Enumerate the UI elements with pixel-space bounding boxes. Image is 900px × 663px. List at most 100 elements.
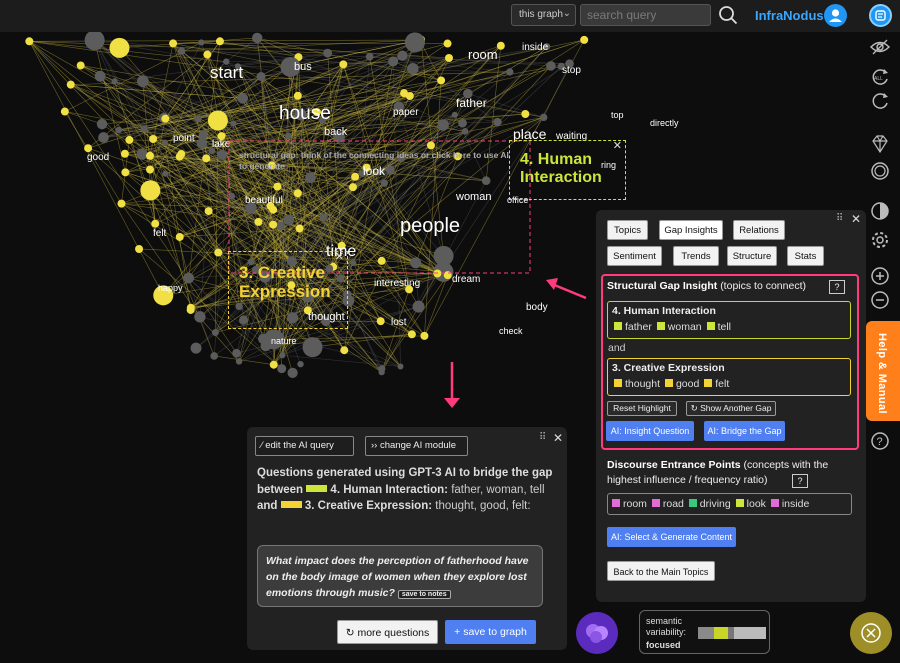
gap-hint-text[interactable]: structural gap: think of the connecting … [239, 150, 514, 172]
node-label[interactable]: top [611, 110, 624, 120]
diamond-icon[interactable] [869, 133, 891, 155]
graph-node[interactable] [149, 135, 158, 144]
graph-node[interactable] [175, 232, 184, 241]
user-account-button[interactable] [824, 4, 847, 27]
graph-node[interactable] [481, 176, 491, 185]
graph-node[interactable] [378, 365, 386, 373]
graph-node[interactable] [376, 317, 385, 326]
graph-node[interactable] [25, 37, 34, 46]
graph-node[interactable] [426, 141, 435, 150]
graph-node[interactable] [120, 149, 129, 158]
ai-assistant-button[interactable] [576, 612, 618, 654]
graph-node[interactable] [162, 170, 169, 177]
graph-node[interactable] [539, 113, 548, 122]
graph-node[interactable] [230, 120, 237, 127]
node-label[interactable]: house [279, 103, 331, 124]
edit-ai-query-button[interactable]: ⁄ edit the AI query [255, 436, 354, 456]
graph-node[interactable] [420, 331, 429, 340]
zoom-out-icon[interactable] [869, 289, 891, 311]
graph-node[interactable] [211, 329, 219, 336]
graph-node[interactable] [277, 364, 287, 374]
graph-node[interactable] [269, 220, 278, 229]
gap-box-human-interaction[interactable]: ✕ 4. Human Interaction [509, 140, 626, 200]
node-label[interactable]: interesting [374, 278, 420, 289]
graph-node[interactable] [351, 172, 360, 181]
graph-node[interactable] [461, 127, 469, 135]
graph-node[interactable] [109, 37, 130, 58]
graph-node[interactable] [458, 118, 467, 128]
tab-stats[interactable]: Stats [787, 246, 824, 266]
graph-node[interactable] [194, 115, 202, 123]
graph-node[interactable] [323, 48, 333, 58]
node-label[interactable]: lost [391, 317, 407, 328]
graph-node[interactable] [235, 358, 243, 365]
graph-node[interactable] [117, 199, 126, 208]
tab-relations[interactable]: Relations [733, 220, 785, 240]
graph-node[interactable] [217, 149, 227, 160]
graph-node[interactable] [258, 333, 269, 345]
show-another-gap-button[interactable]: ↻ Show Another Gap [686, 401, 776, 416]
graph-node[interactable] [295, 224, 304, 233]
graph-node[interactable] [365, 52, 374, 61]
graph-node[interactable] [161, 139, 168, 146]
help-manual-tab[interactable]: Help & Manual [866, 321, 900, 421]
graph-node[interactable] [254, 217, 263, 226]
close-icon[interactable]: ✕ [851, 212, 861, 226]
node-label[interactable]: paper [393, 107, 419, 118]
graph-node[interactable] [76, 61, 85, 70]
node-label[interactable]: check [499, 326, 523, 336]
graph-node[interactable] [405, 92, 414, 101]
graph-node[interactable] [121, 168, 130, 177]
topic-a-box[interactable]: 4. Human Interaction father woman tell [607, 301, 851, 339]
graph-node[interactable] [177, 47, 186, 55]
graph-node[interactable] [580, 35, 589, 44]
node-label[interactable]: felt [153, 228, 167, 239]
graph-node[interactable] [380, 179, 388, 187]
drag-handle-icon[interactable]: ⠿ [836, 213, 843, 224]
circle-icon[interactable] [869, 160, 891, 182]
node-label[interactable]: nature [271, 336, 297, 346]
node-label[interactable]: directly [650, 118, 679, 128]
insight-help-button[interactable]: ? [829, 280, 845, 294]
gap-box-creative-expression[interactable]: ✕ 3. Creative Expression [228, 251, 348, 329]
graph-node[interactable] [279, 352, 286, 359]
ai-question-card[interactable]: What impact does the perception of fathe… [257, 545, 543, 607]
tab-gap-insights[interactable]: Gap Insights [659, 220, 723, 240]
node-label[interactable]: body [526, 302, 548, 313]
scope-select[interactable]: this graph ⌄ [511, 4, 576, 26]
node-label[interactable]: back [324, 126, 348, 138]
graph-node[interactable] [388, 56, 399, 67]
graph-node[interactable] [404, 32, 425, 53]
graph-node[interactable] [451, 111, 458, 118]
close-icon[interactable]: ✕ [553, 431, 563, 445]
graph-node[interactable] [214, 248, 223, 257]
node-label[interactable]: woman [455, 191, 491, 203]
graph-node[interactable] [297, 360, 304, 368]
node-label[interactable]: people [400, 215, 460, 237]
graph-node[interactable] [60, 107, 69, 116]
graph-node[interactable] [493, 117, 502, 127]
node-label[interactable]: room [468, 47, 498, 62]
save-to-graph-button[interactable]: + save to graph [445, 620, 536, 644]
graph-node[interactable] [410, 257, 422, 269]
graph-node[interactable] [136, 148, 148, 160]
brand-logo[interactable]: InfraNodus [755, 8, 824, 23]
reset-highlight-button[interactable]: Reset Highlight [607, 401, 677, 416]
close-overlay-button[interactable] [850, 612, 892, 654]
semantic-variability-widget[interactable]: semantic variability: focused [639, 610, 770, 654]
graph-node[interactable] [437, 119, 449, 131]
contrast-icon[interactable] [869, 200, 891, 222]
graph-node[interactable] [397, 363, 404, 370]
graph-node[interactable] [183, 272, 195, 284]
graph-node[interactable] [169, 39, 178, 48]
node-label[interactable]: happy [158, 283, 183, 293]
graph-node[interactable] [94, 70, 106, 82]
graph-node[interactable] [273, 182, 282, 191]
settings-gear-icon[interactable] [869, 229, 891, 251]
refresh-icon[interactable] [869, 90, 891, 112]
graph-node[interactable] [506, 68, 514, 76]
graph-node[interactable] [135, 244, 144, 253]
ai-insight-question-button[interactable]: AI: Insight Question [606, 421, 694, 441]
graph-node[interactable] [203, 50, 212, 59]
graph-node[interactable] [194, 311, 206, 323]
